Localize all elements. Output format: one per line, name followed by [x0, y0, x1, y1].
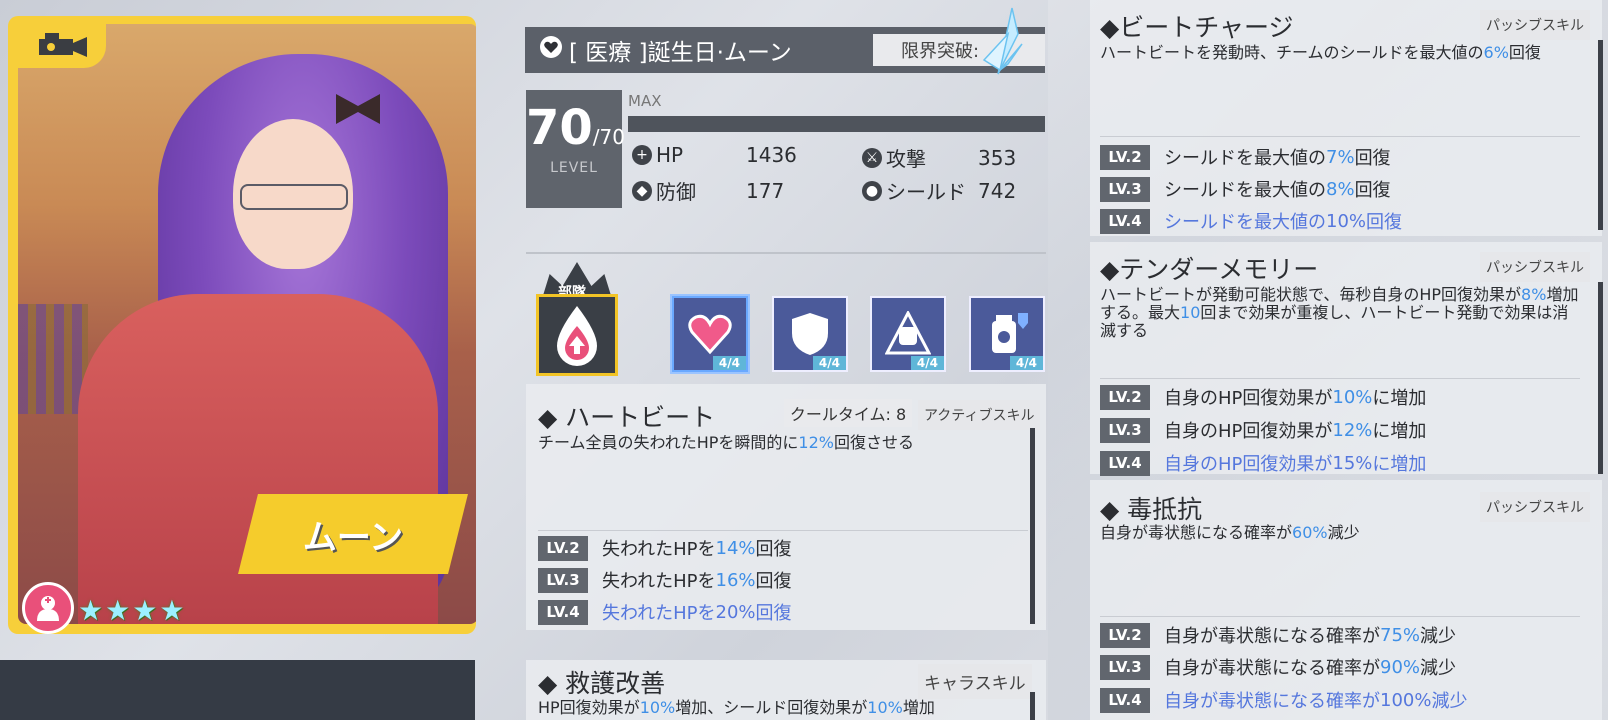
stat-hp: + HP 1436 [632, 143, 797, 167]
skill-slot-beat-charge[interactable]: 4/4 [772, 296, 848, 372]
active-skill-name: ◆ ハートビート [538, 403, 716, 432]
star-icon: ★ [132, 594, 158, 627]
chara-skill-type-tag: キャラスキル [918, 664, 1032, 699]
portrait-glasses [240, 184, 348, 210]
stat-shield-value: 742 [978, 178, 1017, 203]
passive-scrollbar[interactable] [1598, 40, 1603, 230]
stat-atk-label: 攻撃 [886, 147, 926, 171]
stat-hp-label: HP [656, 143, 684, 167]
character-name-plate: ムーン [238, 494, 468, 574]
passive-lv2: LV.2 シールドを最大値の 7% 回復 [1100, 144, 1391, 170]
active-skill-scrollbar[interactable] [1030, 428, 1035, 624]
skill-slot-tender-memory[interactable]: 4/4 [870, 296, 946, 372]
chara-skill-scrollbar[interactable] [1030, 692, 1035, 720]
passive-skill-name: ◆テンダーメモリー [1100, 255, 1319, 284]
squad-skill-button[interactable] [536, 294, 618, 376]
stat-def-label: 防御 [656, 180, 696, 204]
heart-icon [688, 314, 732, 355]
shield-stat-icon: ● [862, 180, 882, 201]
cooldown-box: クールタイム: 8 [784, 399, 912, 427]
character-title: [ 医療 ]誕生日·ムーン [569, 40, 792, 66]
background-dark-strip [0, 660, 475, 720]
star-icon: ★ [78, 594, 104, 627]
heart-icon [539, 36, 563, 64]
stat-shield-label: シールド [886, 180, 966, 204]
passive-lv2: LV.2 自身のHP回復効果が 10% に増加 [1100, 384, 1426, 410]
chara-skill-description: HP回復効果が10%増加、シールド回復効果が10%増加 [538, 698, 935, 717]
level-label: LEVEL [550, 160, 598, 176]
limit-break-crystal-icon [982, 7, 1023, 75]
chara-skill-name: ◆ 救護改善 [538, 669, 666, 698]
fist-icon [885, 311, 931, 355]
defense-shield-icon: ◆ [632, 180, 652, 201]
exp-bar [628, 116, 1045, 132]
exp-max-label: MAX [628, 92, 662, 110]
separator [1100, 378, 1580, 379]
slot-count: 4/4 [812, 356, 846, 370]
cooldown-label: クールタイム: 8 [789, 405, 907, 424]
stat-shield: ● シールド 742 [862, 176, 1016, 205]
poison-bottle-icon [992, 313, 1028, 353]
stat-def-value: 177 [746, 178, 785, 203]
skill-slot-heartbeat[interactable]: 4/4 [672, 296, 748, 372]
passive-lv3: LV.3 シールドを最大値の 8% 回復 [1100, 176, 1391, 202]
passive-lv4: LV.4 自身が毒状態になる確率が 100% 減少 [1100, 687, 1467, 713]
stat-atk: ⚔ 攻撃 353 [862, 143, 1016, 172]
star-rating: ★ ★ ★ ★ [78, 594, 184, 627]
skill-type-tag: アクティブスキル [918, 400, 1041, 430]
passive-skill-description: ハートビートを発動時、チームのシールドを最大値の6%回復 [1100, 43, 1541, 62]
star-icon: ★ [105, 594, 131, 627]
level-box: 70/70 LEVEL [526, 90, 625, 208]
shield-icon [792, 313, 828, 355]
portrait-sweater [78, 294, 438, 624]
passive-skill-name: ◆ビートチャージ [1100, 13, 1294, 42]
passive-skill-name: ◆ 毒抵抗 [1100, 495, 1203, 524]
separator [1100, 616, 1580, 617]
slot-count: 4/4 [712, 356, 746, 370]
passive-lv2: LV.2 自身が毒状態になる確率が 75% 減少 [1100, 622, 1456, 648]
character-name: ムーン [302, 517, 404, 558]
separator [1100, 136, 1580, 137]
passive-skill-type-tag: パッシブスキル [1480, 252, 1590, 282]
passive-lv3: LV.3 自身のHP回復効果が 12% に増加 [1100, 417, 1426, 443]
passive-skill-type-tag: パッシブスキル [1480, 492, 1590, 522]
level-max: /70 [592, 125, 625, 149]
separator [538, 530, 1028, 531]
divider [526, 252, 1046, 254]
droplet-up-icon [557, 306, 597, 366]
character-card[interactable]: ムーン ★ ★ ★ ★ [8, 16, 476, 634]
passive-skill-type-tag: パッシブスキル [1480, 10, 1590, 40]
passive-scrollbar[interactable] [1598, 282, 1603, 474]
character-portrait: ムーン [18, 24, 476, 624]
passive-lv4: LV.4 シールドを最大値の 10% 回復 [1100, 208, 1402, 234]
passive-skill-description: 自身が毒状態になる確率が60%減少 [1100, 523, 1360, 542]
active-skill-lv4: LV.4 失われたHPを 20% 回復 [538, 599, 792, 625]
passive-lv3: LV.3 自身が毒状態になる確率が 90% 減少 [1100, 654, 1456, 680]
limit-break-label: 限界突破: [901, 41, 980, 62]
level-value: 70 [526, 100, 593, 156]
passive-skill-description: ハートビートが発動可能状態で、毎秒自身のHP回復効果が8%増加する。最大10回ま… [1100, 285, 1579, 340]
skill-slot-poison-resist[interactable]: 4/4 [969, 296, 1045, 372]
stat-atk-value: 353 [978, 145, 1017, 170]
passive-lv4: LV.4 自身のHP回復効果が 15% に増加 [1100, 450, 1426, 476]
active-skill-lv2: LV.2 失われたHPを 14% 回復 [538, 535, 792, 561]
sword-icon: ⚔ [862, 147, 882, 168]
star-icon: ★ [159, 594, 185, 627]
stat-def: ◆ 防御 177 [632, 176, 784, 205]
active-skill-lv3: LV.3 失われたHPを 16% 回復 [538, 567, 792, 593]
slot-count: 4/4 [1009, 356, 1043, 370]
medic-role-icon [22, 582, 74, 634]
active-skill-description: チーム全員の失われたHPを瞬間的に12%回復させる [538, 433, 914, 452]
hp-plus-icon: + [632, 145, 652, 165]
background-bottles [18, 304, 88, 414]
camera-icon[interactable] [16, 22, 106, 68]
slot-count: 4/4 [910, 356, 944, 370]
stat-hp-value: 1436 [746, 143, 797, 167]
